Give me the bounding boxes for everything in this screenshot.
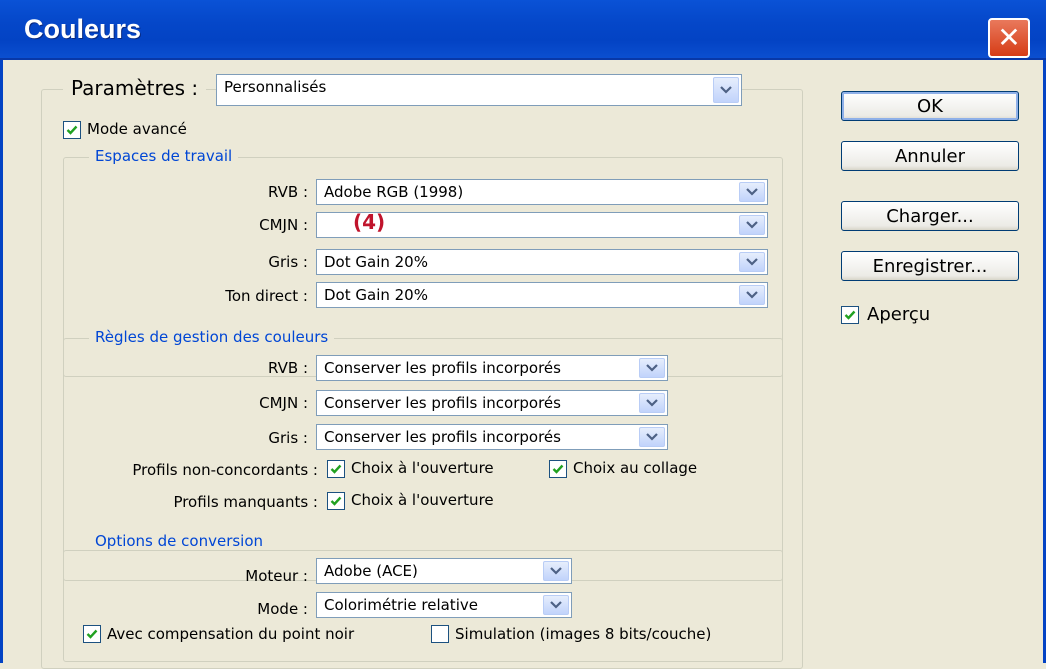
cm-rgb-select[interactable]: Conserver les profils incorporés [316,355,668,381]
preview-checkbox[interactable] [841,306,859,324]
simulation-label: Simulation (images 8 bits/couche) [455,625,712,643]
ws-rgb-value: Adobe RGB (1998) [324,183,464,201]
mismatch-open-label: Choix à l'ouverture [351,459,494,477]
settings-label: Paramètres : [63,76,207,100]
redacted-overlay [321,217,511,233]
close-icon: ✕ [997,21,1021,54]
ok-button[interactable]: OK [841,91,1019,121]
dialog-body: Paramètres : Personnalisés Mode avancé E… [0,60,1046,669]
intent-select[interactable]: Colorimétrie relative [316,592,572,618]
ws-rgb-label: RVB : [268,183,308,201]
ws-rgb-select[interactable]: Adobe RGB (1998) [316,179,768,205]
intent-value: Colorimétrie relative [324,596,478,614]
checkmark-icon [330,496,342,506]
cancel-button[interactable]: Annuler [841,141,1019,171]
chevron-down-icon [639,427,665,447]
close-button[interactable]: ✕ [988,18,1030,58]
ws-spot-select[interactable]: Dot Gain 20% [316,282,768,308]
black-point-label: Avec compensation du point noir [107,625,355,643]
preview-label: Aperçu [867,304,931,325]
checkmark-icon [66,125,78,135]
cm-gray-select[interactable]: Conserver les profils incorporés [316,424,668,450]
cm-cmyk-label: CMJN : [259,394,308,412]
save-button[interactable]: Enregistrer... [841,251,1019,281]
load-button[interactable]: Charger... [841,201,1019,231]
color-management-legend: Règles de gestion des couleurs [89,328,335,346]
chevron-down-icon [739,215,765,235]
window-title: Couleurs [24,14,142,44]
title-bar: Couleurs ✕ [0,0,1046,60]
working-spaces-legend: Espaces de travail [89,147,239,165]
engine-value: Adobe (ACE) [324,562,418,580]
settings-select[interactable]: Personnalisés [216,74,742,106]
ws-spot-label: Ton direct : [225,287,308,305]
chevron-down-icon [713,77,739,103]
cm-cmyk-value: Conserver les profils incorporés [324,394,561,412]
annotation-marker: (4) [353,210,386,234]
engine-label: Moteur : [245,567,308,585]
mismatch-paste-checkbox[interactable] [549,460,567,478]
advanced-mode-checkbox[interactable] [63,121,81,139]
black-point-checkbox[interactable] [83,625,101,643]
chevron-down-icon [739,252,765,272]
advanced-mode-label: Mode avancé [87,120,187,138]
ws-cmyk-label: CMJN : [259,216,308,234]
checkmark-icon [330,464,342,474]
cm-gray-label: Gris : [268,429,308,447]
chevron-down-icon [543,595,569,615]
cm-cmyk-select[interactable]: Conserver les profils incorporés [316,390,668,416]
settings-value: Personnalisés [224,78,327,96]
checkmark-icon [552,464,564,474]
simulation-checkbox[interactable] [431,625,449,643]
ws-spot-value: Dot Gain 20% [324,286,428,304]
missing-open-label: Choix à l'ouverture [351,491,494,509]
engine-select[interactable]: Adobe (ACE) [316,558,572,584]
checkmark-icon [86,629,98,639]
cm-rgb-label: RVB : [268,359,308,377]
chevron-down-icon [639,393,665,413]
chevron-down-icon [639,358,665,378]
missing-open-checkbox[interactable] [327,492,345,510]
chevron-down-icon [543,561,569,581]
ws-gray-value: Dot Gain 20% [324,253,428,271]
conversion-legend: Options de conversion [89,532,270,550]
mismatch-paste-label: Choix au collage [573,459,698,477]
chevron-down-icon [739,285,765,305]
mismatch-label: Profils non-concordants : [132,461,318,479]
chevron-down-icon [739,182,765,202]
cm-gray-value: Conserver les profils incorporés [324,428,561,446]
missing-label: Profils manquants : [173,493,318,511]
mismatch-open-checkbox[interactable] [327,460,345,478]
checkmark-icon [844,310,856,320]
ws-gray-select[interactable]: Dot Gain 20% [316,249,768,275]
ws-gray-label: Gris : [268,253,308,271]
intent-label: Mode : [257,600,308,618]
cm-rgb-value: Conserver les profils incorporés [324,359,561,377]
